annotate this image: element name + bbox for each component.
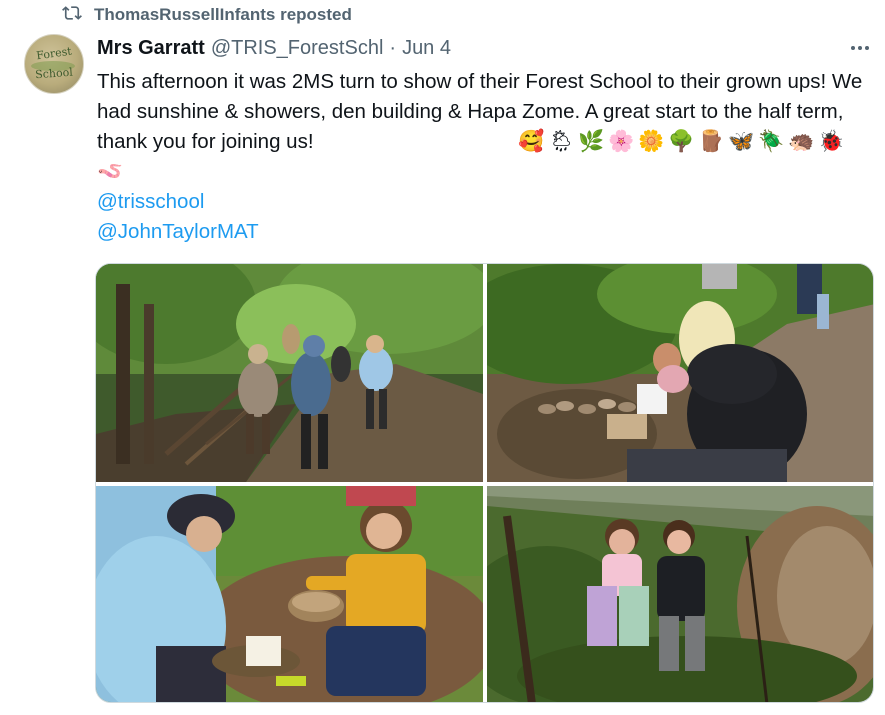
photo-hapa-zome[interactable] [487,264,873,482]
repost-icon [62,3,82,28]
author-name[interactable]: Mrs Garratt [97,37,205,60]
photo-den-girls[interactable] [487,486,873,702]
avatar[interactable]: Forest School [24,34,84,94]
author-handle[interactable]: @TRIS_ForestSchl [211,37,384,60]
cherry-blossom-emoji: 🌸 [608,129,635,153]
wood-log-emoji: 🪵 [698,129,725,153]
tweet-date[interactable]: Jun 4 [402,37,451,60]
emoji-row: 🥰 🌦 🌿 🌸 🌼 🌳 🪵 🦋 🪲 🦔 🐞 [518,127,845,155]
separator-dot: · [389,36,397,59]
photo-forest-path[interactable] [96,264,483,482]
ladybug-emoji: 🐞 [818,129,845,153]
hedgehog-emoji: 🦔 [788,129,815,153]
tweet-header: Mrs Garratt @TRIS_ForestSchl · Jun 4 [97,34,451,62]
blossom-emoji: 🌼 [638,129,665,153]
beetle-emoji: 🪲 [758,129,785,153]
worm-emoji: 🪱 [97,158,124,183]
media-grid [95,263,874,703]
photo-boy-stump[interactable] [96,486,483,702]
butterfly-emoji: 🦋 [728,129,755,153]
avatar-text-bottom: School [34,65,74,82]
smiling-hearts-emoji: 🥰 [518,129,545,153]
tree-emoji: 🌳 [668,129,695,153]
repost-label: ThomasRussellInfants reposted [94,5,352,24]
repost-indicator[interactable]: ThomasRussellInfants reposted [62,4,352,26]
mention-johntaylormat[interactable]: @JohnTaylorMAT [97,217,259,247]
more-icon[interactable] [846,38,874,58]
mention-trisschool[interactable]: @trisschool [97,187,204,217]
herb-emoji: 🌿 [578,129,605,153]
sun-rain-cloud-emoji: 🌦 [548,129,575,153]
